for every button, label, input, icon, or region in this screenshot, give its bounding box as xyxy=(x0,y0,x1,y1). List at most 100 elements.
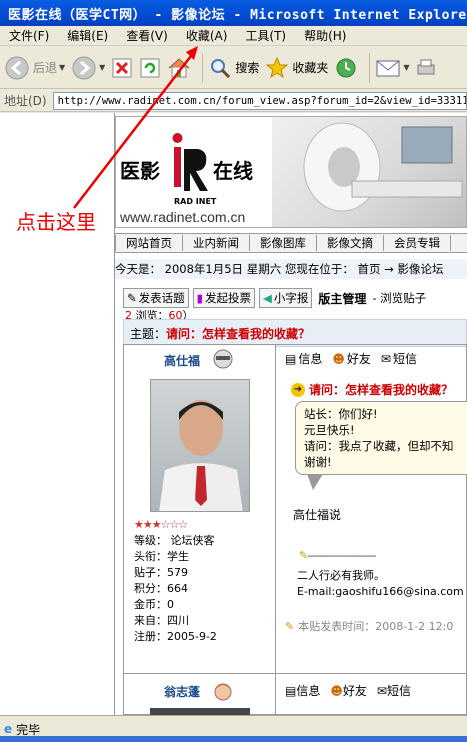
nav-members[interactable]: 会员专辑 xyxy=(384,235,451,251)
browse-text: - 浏览贴子 xyxy=(372,291,427,305)
new-poll-label: 发起投票 xyxy=(204,291,251,305)
info-label: 信息 xyxy=(298,352,323,366)
page-content: 医影 在线 RAD INET www.radinet.com.cn 网站首页 业… xyxy=(0,113,467,715)
nav-news[interactable]: 业内新闻 xyxy=(183,235,250,251)
message-line: 站长：你们好! xyxy=(304,407,378,421)
author-title: 头衔：学生 xyxy=(134,550,189,563)
post-message-bubble: 站长：你们好! 元旦快乐! 请问：我点了收藏，但却不知 谢谢! xyxy=(295,401,467,475)
menu-view[interactable]: 查看(V) xyxy=(117,27,177,44)
info-button[interactable]: ▤ 信息 xyxy=(285,682,320,699)
document-icon: ▤ xyxy=(285,351,297,366)
mail-button[interactable]: ▼ xyxy=(375,57,410,79)
author-level: 等级： 论坛侠客 xyxy=(134,534,215,547)
new-topic-label: 发表话题 xyxy=(138,291,185,305)
author-portrait xyxy=(159,400,243,511)
favorites-button[interactable]: 收藏夹 xyxy=(265,56,328,80)
post-tools: ▤ 信息 ☻ 好友 ✉ 短信 xyxy=(285,350,427,367)
page-done-icon: e xyxy=(4,722,13,736)
author-posts: 贴子：579 xyxy=(134,566,188,579)
search-button[interactable]: 搜索 xyxy=(208,56,259,80)
site-logo[interactable]: 医影 在线 RAD INET www.radinet.com.cn xyxy=(116,117,272,227)
history-button[interactable] xyxy=(334,56,358,80)
author-location: 来自：四川 xyxy=(134,614,189,627)
logo-url: www.radinet.com.cn xyxy=(120,209,246,225)
logo-text-left: 医影 xyxy=(120,159,160,183)
forum-actions: ✎ 发表话题 ▮ 发起投票 ◀ 小字报 版主管理 - 浏览贴子 xyxy=(123,288,467,308)
menu-help[interactable]: 帮助(H) xyxy=(295,27,355,44)
post-signed-by: 高仕福说 xyxy=(293,508,342,522)
taskbar xyxy=(0,736,467,742)
home-icon xyxy=(168,57,190,77)
bubble-tail xyxy=(307,474,323,490)
menu-file[interactable]: 文件(F) xyxy=(0,27,58,44)
edit-icon: ✎ xyxy=(285,619,295,633)
chevron-down-icon: ▼ xyxy=(99,63,106,72)
new-poll-button[interactable]: ▮ 发起投票 xyxy=(192,288,255,308)
forum-page: 医影 在线 RAD INET www.radinet.com.cn 网站首页 业… xyxy=(115,113,467,715)
status-text: 完毕 xyxy=(16,722,41,737)
site-banner: 医影 在线 RAD INET www.radinet.com.cn xyxy=(115,116,467,228)
stop-button[interactable] xyxy=(111,57,133,79)
pencil-icon: ✎ xyxy=(299,549,308,562)
message-icon: ✉ xyxy=(376,683,387,698)
small-font-label: 小字报 xyxy=(273,291,309,305)
menu-tools[interactable]: 工具(T) xyxy=(236,27,295,44)
info-button[interactable]: ▤ 信息 xyxy=(285,350,322,367)
nav-digest[interactable]: 影像文摘 xyxy=(317,235,384,251)
small-font-button[interactable]: ◀ 小字报 xyxy=(258,288,313,308)
refresh-button[interactable] xyxy=(139,57,161,79)
message-button[interactable]: ✉ 短信 xyxy=(381,350,417,367)
message-line: 谢谢! xyxy=(304,455,332,469)
title-bar: e 医影在线（医学CT网） - 影像论坛 - Microsoft Interne… xyxy=(0,0,467,26)
bar-chart-icon: ▮ xyxy=(196,291,203,305)
post-author-panel: 高仕福 ★★★☆☆☆ 等级： 论坛侠客 头衔：学生 贴子：579 积分：664 … xyxy=(124,345,276,673)
back-button[interactable]: 后退 ▼ xyxy=(4,55,65,81)
refresh-icon xyxy=(140,58,160,77)
post-time-text: 本贴发表时间：2008-1-2 12:0 xyxy=(298,620,454,633)
topic-title: 请问：怎样查看我的收藏？ xyxy=(166,326,311,341)
message-line: 元旦快乐! xyxy=(304,423,355,437)
friend-label: 好友 xyxy=(346,352,371,366)
nav-home[interactable]: 网站首页 xyxy=(115,235,183,251)
message-line: 请问：我点了收藏，但却不知 xyxy=(304,439,454,453)
pen-icon: ✎ xyxy=(127,291,137,305)
author-name[interactable]: 高仕福 xyxy=(164,352,200,369)
users-icon: ☻ xyxy=(332,351,345,366)
logo-ir-mark xyxy=(172,133,208,191)
history-icon xyxy=(336,58,356,77)
friend-label: 好友 xyxy=(342,684,367,698)
message-button[interactable]: ✉ 短信 xyxy=(377,682,411,699)
nav-gallery[interactable]: 影像图库 xyxy=(250,235,317,251)
home-button[interactable] xyxy=(167,57,191,79)
ct-scanner-illustration xyxy=(303,122,463,212)
new-topic-button[interactable]: ✎ 发表话题 xyxy=(123,288,189,308)
menu-favorites[interactable]: 收藏(A) xyxy=(177,27,237,44)
logo-text-right: 在线 xyxy=(213,159,253,183)
avatar-face-icon xyxy=(214,683,232,701)
post-body: ▤ 信息 ☻ 好友 ✉ 短信 ➜ 请问：怎样查看我的收藏？ 站长：你们好! 元旦快乐!… xyxy=(277,345,467,673)
signature-line: E-mail:gaoshifu166@sina.com xyxy=(297,585,464,598)
friend-button[interactable]: ☻ 好友 xyxy=(330,682,367,699)
toolbar-separator xyxy=(202,52,204,83)
toolbar-separator xyxy=(369,52,371,83)
breadcrumb: 今天是： 2008年1月5日 星期六 您现在位于： 首页 → 影像论坛 xyxy=(115,259,467,279)
window-title: 医影在线（医学CT网） - 影像论坛 - Microsoft Internet … xyxy=(8,7,467,23)
address-input[interactable]: e http://www.radinet.com.cn/forum_view.a… xyxy=(52,91,467,110)
banner-ct-scanner-image xyxy=(272,117,466,227)
author-info: 等级： 论坛侠客 头衔：学生 贴子：579 积分：664 金币：0 来自：四川 … xyxy=(134,533,217,645)
print-button[interactable] xyxy=(416,57,436,79)
post-tools: ▤ 信息 ☻ 好友 ✉ 短信 xyxy=(285,682,421,699)
printer-icon xyxy=(417,59,435,74)
toolbar: 后退 ▼ ▼ 搜索 收藏夹 ▼ xyxy=(0,47,467,89)
author-registered: 注册：2005-9-2 xyxy=(134,630,217,643)
topic-header: 主题： 请问：怎样查看我的收藏？ xyxy=(123,319,467,347)
chevron-down-icon: ▼ xyxy=(403,63,410,72)
forum-post: 翁志蓬 ▤ 信息 ☻ 好友 ✉ 短信 xyxy=(123,674,467,715)
menu-edit[interactable]: 编辑(E) xyxy=(58,27,117,44)
friend-button[interactable]: ☻ 好友 xyxy=(332,350,371,367)
menu-bar: 文件(F) 编辑(E) 查看(V) 收藏(A) 工具(T) 帮助(H) xyxy=(0,26,467,46)
author-name[interactable]: 翁志蓬 xyxy=(164,683,200,700)
moderator-manage-link[interactable]: 版主管理 xyxy=(318,290,366,307)
forward-button[interactable]: ▼ xyxy=(71,55,105,81)
signature: 二人行必有我师。 E-mail:gaoshifu166@sina.com xyxy=(297,568,464,600)
